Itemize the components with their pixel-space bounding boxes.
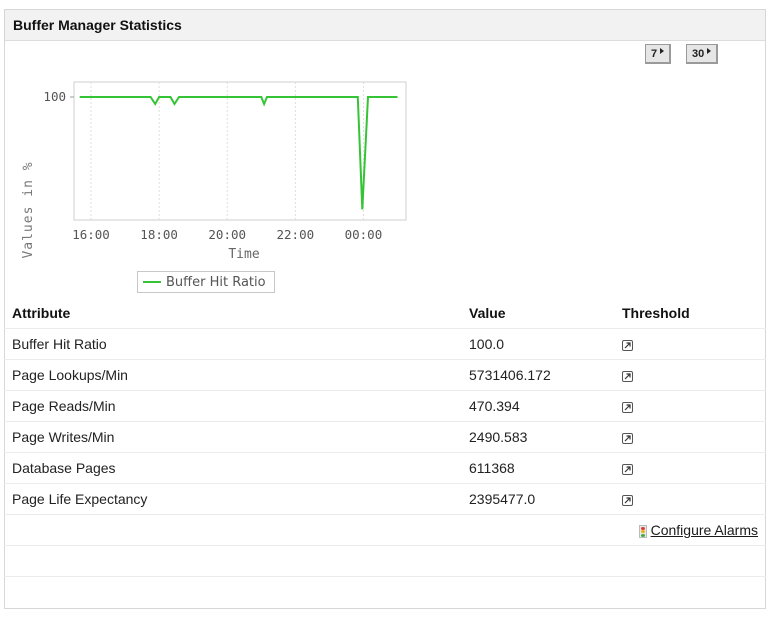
threshold-edit-icon[interactable] xyxy=(622,339,633,351)
attribute-name: Buffer Hit Ratio xyxy=(4,328,461,360)
configure-alarms-link[interactable]: Configure Alarms xyxy=(651,522,758,538)
attribute-name: Page Lookups/Min xyxy=(4,359,461,391)
threshold-edit-icon[interactable] xyxy=(622,494,633,506)
buffer-hit-ratio-chart: 100 16:00 18:00 20:00 22:00 00:00 Time Value… xyxy=(21,81,407,262)
period-30-label: 30 xyxy=(692,47,705,60)
attribute-name: Page Writes/Min xyxy=(4,421,461,453)
attribute-value: 2395477.0 xyxy=(461,483,614,515)
plot-area xyxy=(73,81,407,221)
table-header-row: Attribute Value Threshold xyxy=(4,298,766,329)
threshold-edit-icon[interactable] xyxy=(622,401,633,413)
attribute-value: 100.0 xyxy=(461,328,614,360)
legend-swatch xyxy=(143,281,161,283)
attribute-value: 470.394 xyxy=(461,390,614,422)
x-tick-label: 00:00 xyxy=(345,227,383,242)
chart-legend: Buffer Hit Ratio xyxy=(137,271,275,293)
y-axis-label: Values in % xyxy=(21,161,36,258)
panel-title: Buffer Manager Statistics xyxy=(13,17,182,33)
table-row: Page Lookups/Min 5731406.172 xyxy=(4,359,766,391)
table-row: Page Life Expectancy 2395477.0 xyxy=(4,483,766,515)
attribute-name: Database Pages xyxy=(4,452,461,484)
period-30-days-button[interactable]: 30 xyxy=(686,44,719,64)
play-arrow-icon xyxy=(707,47,712,54)
traffic-light-icon xyxy=(638,524,647,538)
period-7-days-button[interactable]: 7 xyxy=(645,44,672,64)
attribute-value: 611368 xyxy=(461,452,614,484)
table-row: Database Pages 611368 xyxy=(4,452,766,484)
legend-label: Buffer Hit Ratio xyxy=(166,274,266,290)
threshold-edit-icon[interactable] xyxy=(622,432,633,444)
attribute-value: 5731406.172 xyxy=(461,359,614,391)
attributes-table: Attribute Value Threshold Buffer Hit Rat… xyxy=(4,298,766,607)
x-tick-label: 18:00 xyxy=(140,227,178,242)
table-row: Page Writes/Min 2490.583 xyxy=(4,421,766,453)
empty-row xyxy=(4,576,766,607)
attribute-value: 2490.583 xyxy=(461,421,614,453)
x-axis-label: Time xyxy=(228,247,259,262)
x-tick-label: 16:00 xyxy=(72,227,110,242)
panel-header: Buffer Manager Statistics xyxy=(5,10,765,41)
attribute-name: Page Life Expectancy xyxy=(4,483,461,515)
y-tick-label: 100 xyxy=(43,89,66,104)
play-arrow-icon xyxy=(660,47,665,54)
header-attribute: Attribute xyxy=(12,305,71,321)
threshold-edit-icon[interactable] xyxy=(622,370,633,382)
empty-row xyxy=(4,545,766,577)
period-7-label: 7 xyxy=(651,47,658,60)
header-threshold: Threshold xyxy=(622,305,690,321)
x-tick-label: 20:00 xyxy=(208,227,246,242)
x-tick-label: 22:00 xyxy=(277,227,315,242)
header-value: Value xyxy=(469,305,506,321)
table-row: Buffer Hit Ratio 100.0 xyxy=(4,328,766,360)
attribute-name: Page Reads/Min xyxy=(4,390,461,422)
configure-alarms-row: Configure Alarms xyxy=(4,514,766,546)
table-row: Page Reads/Min 470.394 xyxy=(4,390,766,422)
threshold-edit-icon[interactable] xyxy=(622,463,633,475)
